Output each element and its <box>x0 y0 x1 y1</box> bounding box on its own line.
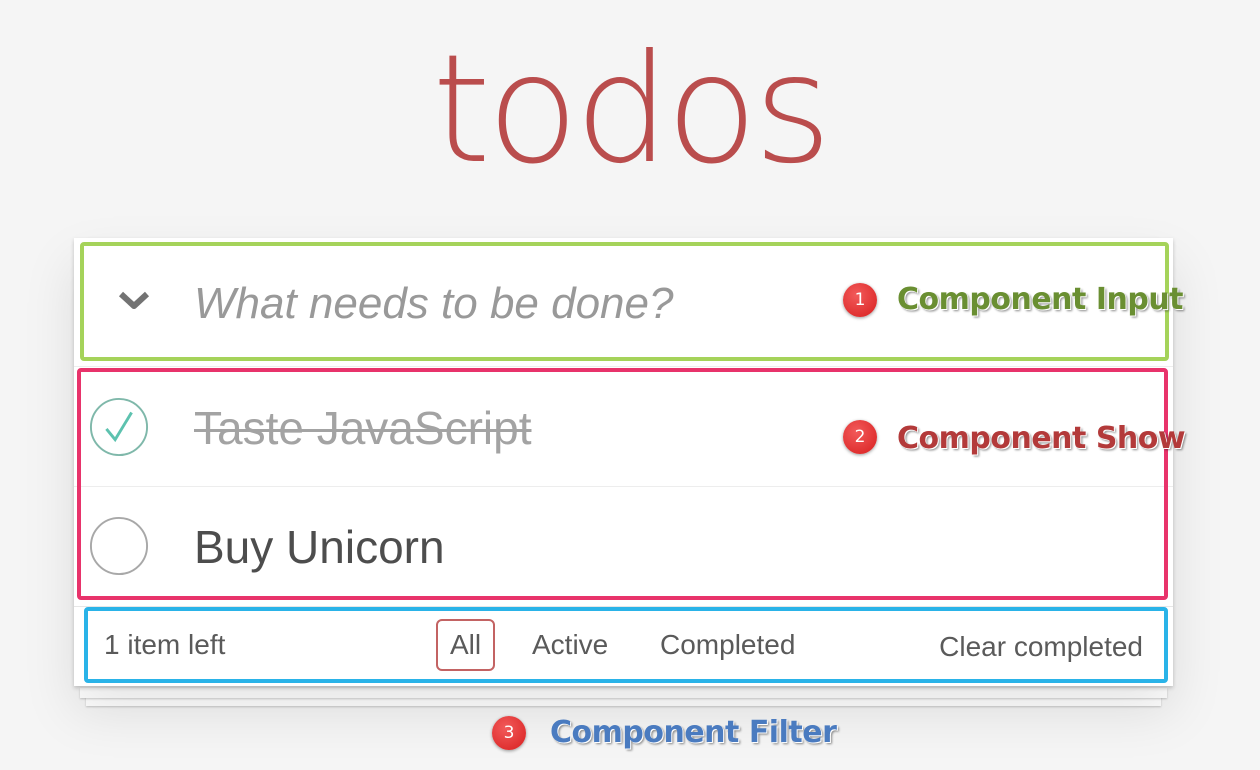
empty-circle-icon[interactable] <box>89 516 149 576</box>
app-title: todos <box>432 23 832 197</box>
filter-completed[interactable]: Completed <box>646 619 809 671</box>
annotation-label: Component Filter <box>550 715 837 750</box>
todo-label[interactable]: Buy Unicorn <box>194 517 445 577</box>
annotation-badge: 1 <box>843 283 877 317</box>
clear-completed-button[interactable]: Clear completed <box>939 631 1143 663</box>
todo-item: Buy Unicorn <box>74 487 1173 605</box>
todo-label[interactable]: Taste JavaScript <box>194 398 531 458</box>
annotation-label: Component Show <box>897 421 1186 456</box>
todo-footer: 1 item left All Active Completed Clear c… <box>74 606 1173 687</box>
page: todos Taste JavaScript <box>0 0 1260 770</box>
filter-active[interactable]: Active <box>518 619 622 671</box>
paper-stack-shadow <box>80 688 1167 698</box>
annotation-badge: 2 <box>843 420 877 454</box>
new-todo-input[interactable] <box>192 268 836 340</box>
chevron-down-icon[interactable] <box>112 278 156 322</box>
annotation-label: Component Input <box>897 282 1184 317</box>
checkmark-circle-icon[interactable] <box>89 397 149 457</box>
filter-all[interactable]: All <box>436 619 496 671</box>
items-left-count: 1 item left <box>104 629 226 660</box>
annotation-badge: 3 <box>492 716 526 750</box>
